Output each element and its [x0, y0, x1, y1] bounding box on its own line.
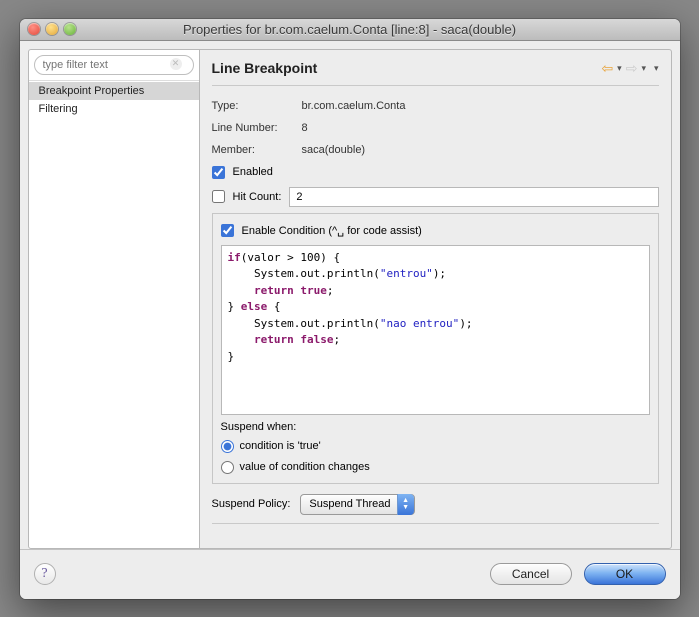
condition-group: Enable Condition (^␣ for code assist) if… — [212, 213, 659, 484]
suspend-policy-value: Suspend Thread — [309, 498, 396, 510]
suspend-policy-label: Suspend Policy: — [212, 498, 291, 510]
type-label: Type: — [212, 100, 298, 112]
zoom-icon[interactable] — [64, 23, 76, 35]
titlebar[interactable]: Properties for br.com.caelum.Conta [line… — [20, 19, 680, 41]
separator — [212, 85, 659, 86]
sidebar-item-filtering[interactable]: Filtering — [29, 100, 199, 118]
enable-condition-row: Enable Condition (^␣ for code assist) — [221, 222, 650, 239]
radio-value-changes: value of condition changes — [221, 460, 650, 475]
suspend-policy-select[interactable]: Suspend Thread ▲▼ — [300, 494, 414, 515]
traffic-lights — [20, 23, 76, 35]
hitcount-label: Hit Count: — [233, 191, 282, 203]
radio-changes-label: value of condition changes — [240, 461, 370, 473]
filter-wrap — [29, 50, 199, 81]
suspend-policy-row: Suspend Policy: Suspend Thread ▲▼ — [212, 494, 659, 515]
line-label: Line Number: — [212, 122, 298, 134]
radio-condition-true: condition is 'true' — [221, 439, 650, 454]
window-title: Properties for br.com.caelum.Conta [line… — [20, 22, 680, 37]
cancel-button[interactable]: Cancel — [490, 563, 572, 585]
field-type: Type: br.com.caelum.Conta — [212, 98, 659, 114]
sidebar-list: Breakpoint Properties Filtering — [29, 81, 199, 548]
enable-condition-label: Enable Condition (^␣ for code assist) — [242, 224, 422, 237]
hitcount-checkbox[interactable] — [212, 190, 225, 203]
sidebar: Breakpoint Properties Filtering — [28, 49, 200, 549]
field-member: Member: saca(double) — [212, 142, 659, 158]
member-value: saca(double) — [302, 144, 366, 156]
hitcount-input[interactable] — [289, 187, 658, 207]
member-label: Member: — [212, 144, 298, 156]
enabled-checkbox[interactable] — [212, 166, 225, 179]
enabled-row: Enabled — [212, 164, 659, 181]
type-value: br.com.caelum.Conta — [302, 100, 406, 112]
suspend-when-label: Suspend when: — [221, 421, 650, 433]
forward-menu-icon[interactable]: ▾ — [641, 63, 646, 74]
help-icon[interactable]: ? — [34, 563, 56, 585]
condition-code-editor[interactable]: if(valor > 100) { System.out.println("en… — [221, 245, 650, 415]
radio-changes[interactable] — [221, 461, 234, 474]
back-menu-icon[interactable]: ▾ — [617, 63, 622, 74]
enable-condition-checkbox[interactable] — [221, 224, 234, 237]
view-menu-icon[interactable]: ▾ — [654, 63, 659, 74]
heading-row: Line Breakpoint ⇦▾ ⇨▾ ▾ — [212, 60, 659, 77]
minimize-icon[interactable] — [46, 23, 58, 35]
forward-icon[interactable]: ⇨ — [626, 60, 638, 77]
ok-button[interactable]: OK — [584, 563, 666, 585]
nav-arrows: ⇦▾ ⇨▾ ▾ — [601, 60, 658, 77]
line-value: 8 — [302, 122, 308, 134]
page-title: Line Breakpoint — [212, 60, 318, 76]
field-line: Line Number: 8 — [212, 120, 659, 136]
sidebar-item-breakpoint-properties[interactable]: Breakpoint Properties — [29, 82, 199, 100]
radio-true[interactable] — [221, 440, 234, 453]
footer-buttons: Cancel OK — [490, 563, 666, 585]
dialog-footer: ? Cancel OK — [20, 549, 680, 599]
dialog-window: Properties for br.com.caelum.Conta [line… — [20, 19, 680, 599]
main-panel: Line Breakpoint ⇦▾ ⇨▾ ▾ Type: br.com.cae… — [200, 49, 672, 549]
enabled-label: Enabled — [233, 166, 273, 178]
dialog-body: Breakpoint Properties Filtering Line Bre… — [20, 41, 680, 549]
radio-true-label: condition is 'true' — [240, 440, 321, 452]
back-icon[interactable]: ⇦ — [601, 60, 613, 77]
close-icon[interactable] — [28, 23, 40, 35]
separator-bottom — [212, 523, 659, 524]
hitcount-row: Hit Count: — [212, 187, 659, 207]
select-stepper-icon: ▲▼ — [397, 494, 414, 515]
